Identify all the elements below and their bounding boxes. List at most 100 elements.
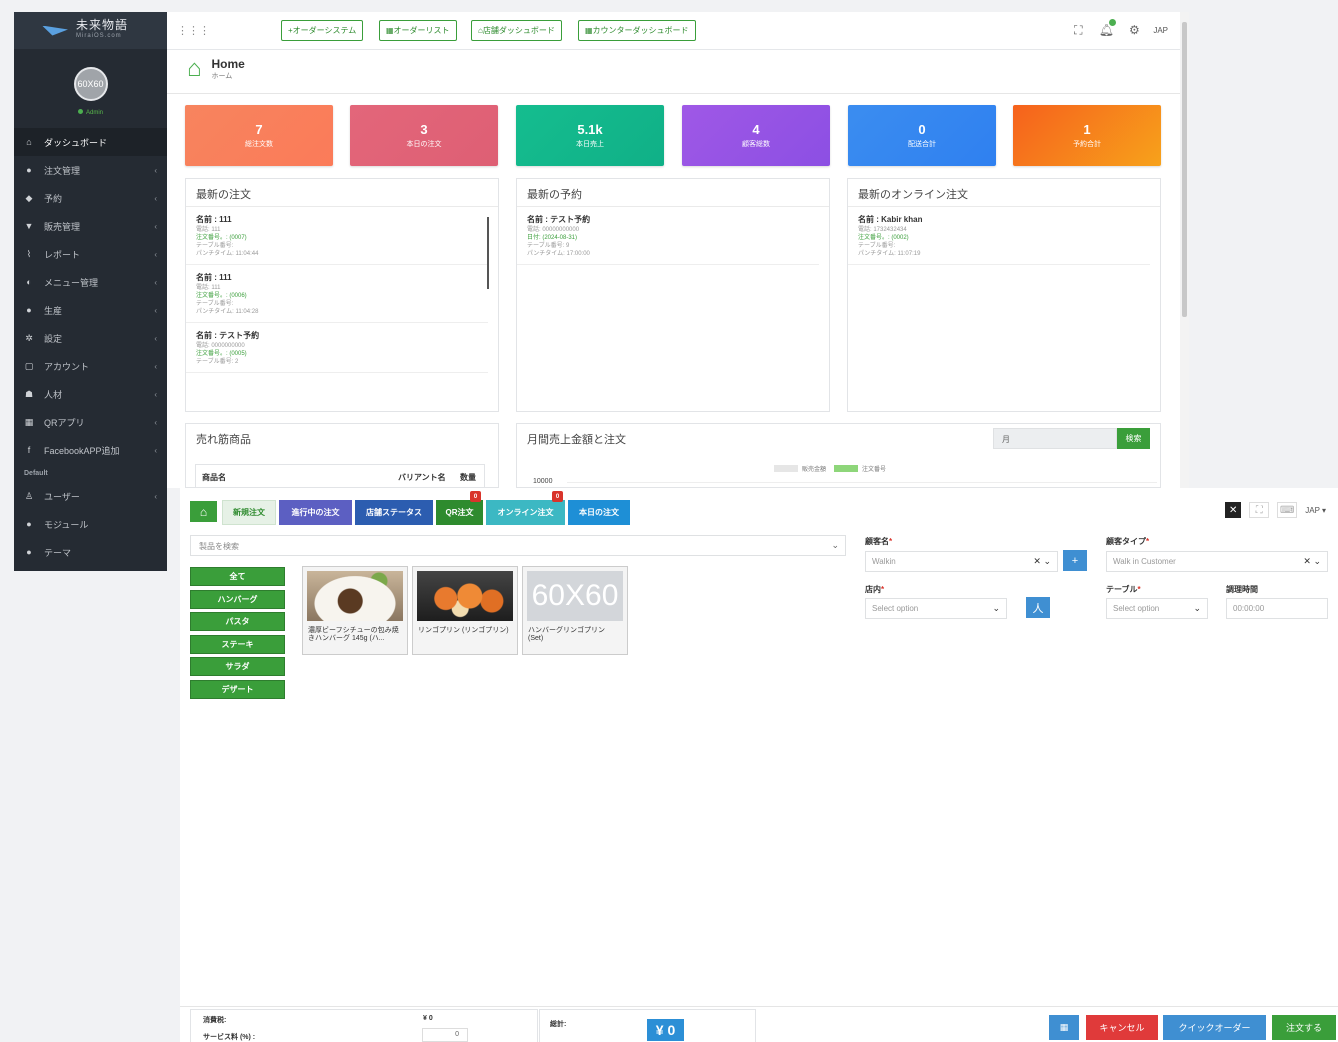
category-button[interactable]: ハンバーグ (190, 589, 285, 609)
month-input[interactable]: 月 (993, 428, 1117, 449)
brand-logo[interactable]: 未来物語 MiraiOS.com (14, 12, 167, 49)
avatar[interactable]: 60X60 (73, 67, 108, 101)
category-button[interactable]: サラダ (190, 657, 285, 677)
sidebar-menu: ⌂ ダッシュボード ● 注文管理 ‹ ◆ 予約 ‹ ▼ 販売管理 ‹ ⌇ レポート ‹ ◐ メニュー管理 ‹ ● 生… (14, 128, 167, 566)
sidebar-item-label: テーマ (44, 547, 72, 558)
product-card[interactable]: 濃厚ビーフシチューの包み焼きハンバーグ 145g (ハ... (302, 566, 408, 655)
monthly-sales-panel: 月間売上金額と注文 月 検索 販売金額 注文番号 10000 (516, 423, 1161, 488)
sidebar-item[interactable]: ● 生産 ‹ (14, 296, 167, 324)
cook-time-input[interactable]: 00:00:00 (1226, 598, 1328, 619)
order-system-button[interactable]: +オーダーシステム (281, 20, 364, 41)
recent-reservations-list[interactable]: 名前 : テスト予約 電話: 00000000000 日付: (2024-08-31… (517, 207, 829, 265)
pos-panel: ⌂ 新規注文 進行中の注文 店舗ステータス QR注文 0 オンライン注文 0 本日の注文 ✕ … (180, 488, 1338, 1042)
store-label: 店内* (865, 585, 885, 594)
pos-tab[interactable]: 進行中の注文 (279, 500, 352, 525)
keyboard-icon[interactable]: ⌨ (1277, 502, 1298, 518)
apps-grid-icon[interactable]: ⋮⋮⋮ (177, 24, 210, 37)
stat-card[interactable]: 0 配送合計 (848, 105, 996, 166)
brand-name: 未来物語 (76, 17, 129, 32)
sidebar-item[interactable]: ▦ QRアプリ ‹ (14, 408, 167, 436)
sidebar-item[interactable]: ⌂ ダッシュボード (14, 128, 167, 156)
recent-online-list[interactable]: 名前 : Kabir khan 電話: 1732432434 注文番号。: (000… (848, 207, 1160, 265)
bestsellers-panel: 売れ筋商品 商品名 バリアント名 数量 (185, 423, 499, 488)
stat-value: 0 (918, 122, 926, 137)
search-button[interactable]: 検索 (1117, 428, 1150, 449)
sidebar-item[interactable]: ✲ 設定 ‹ (14, 324, 167, 352)
store-dashboard-button[interactable]: ⌂店舗ダッシュボード (471, 20, 562, 41)
service-input[interactable]: 0 (422, 1028, 468, 1042)
sidebar-item[interactable]: ● 注文管理 ‹ (14, 156, 167, 184)
recent-reservations-panel: 最新の予約 名前 : テスト予約 電話: 00000000000 日付: (2024… (516, 178, 830, 412)
product-image: 60X60 (527, 571, 623, 621)
scrollbar-thumb[interactable] (1182, 22, 1187, 317)
quick-order-button[interactable]: クイックオーダー (1163, 1015, 1266, 1040)
pos-tab[interactable]: オンライン注文 0 (486, 491, 565, 525)
calculator-button[interactable]: ▦ (1049, 1015, 1079, 1040)
cancel-button[interactable]: キャンセル (1086, 1015, 1158, 1040)
sidebar-item[interactable]: ◆ 予約 ‹ (14, 184, 167, 212)
chevron-left-icon: ‹ (154, 277, 157, 287)
pos-home-button[interactable]: ⌂ (190, 501, 217, 522)
close-icon[interactable]: ✕ (1225, 502, 1242, 518)
list-item[interactable]: 名前 : 111 電話: 111 注文番号。: (0007) テーブル番号: パンチタイ… (186, 207, 488, 265)
language-selector[interactable]: JAP (1153, 26, 1168, 35)
clear-chevron-icon[interactable]: ✕ ⌄ (1303, 556, 1321, 567)
chevron-left-icon: ‹ (154, 249, 157, 259)
list-item[interactable]: 名前 : 111 電話: 111 注文番号。: (0006) テーブル番号: パンチタイ… (186, 265, 488, 323)
stat-card[interactable]: 1 予約合計 (1013, 105, 1161, 166)
sidebar-item-label: ユーザー (44, 491, 80, 502)
chevron-left-icon: ‹ (154, 445, 157, 455)
person-button[interactable]: 人 (1026, 597, 1050, 618)
add-customer-button[interactable]: + (1063, 550, 1087, 571)
sidebar-item[interactable]: ● テーマ (14, 538, 167, 566)
notification-dot (1108, 18, 1118, 27)
pos-tab[interactable]: QR注文 0 (436, 491, 483, 525)
sidebar-item[interactable]: ◐ メニュー管理 ‹ (14, 268, 167, 296)
product-card[interactable]: リンゴプリン (リンゴプリン) (412, 566, 518, 655)
sidebar-item[interactable]: ▢ アカウント ‹ (14, 352, 167, 380)
entry-name: 名前 : 111 (196, 215, 232, 224)
category-button[interactable]: パスタ (190, 612, 285, 632)
customer-type-select[interactable]: Walk in Customer ✕ ⌄ (1106, 551, 1328, 572)
bell-icon[interactable]: 🔔︎ (1097, 18, 1118, 39)
sidebar-item[interactable]: ⌇ レポート ‹ (14, 240, 167, 268)
pos-tab[interactable]: 店舗ステータス (355, 500, 433, 525)
table-select[interactable]: Select option ⌄ (1106, 598, 1208, 619)
counter-dashboard-button[interactable]: ▦カウンターダッシュボード (578, 20, 696, 41)
scrollbar[interactable] (487, 217, 489, 289)
page-scrollbar[interactable] (1180, 12, 1189, 488)
customer-name-select[interactable]: Walkin ✕ ⌄ (865, 551, 1058, 572)
product-card[interactable]: 60X60 ハンバーグリンゴプリン (Set) (522, 566, 628, 655)
recent-orders-list[interactable]: 名前 : 111 電話: 111 注文番号。: (0007) テーブル番号: パンチタイ… (186, 207, 498, 373)
product-search-input[interactable]: 製品を検索 ⌄ (190, 535, 846, 556)
language-selector[interactable]: JAP ▾ (1305, 506, 1326, 515)
category-button[interactable]: 全て (190, 567, 285, 586)
fullscreen-icon[interactable]: ⛶ (1069, 21, 1087, 39)
sidebar-item[interactable]: f FacebookAPP追加 ‹ (14, 436, 167, 464)
place-order-button[interactable]: 注文する (1272, 1015, 1336, 1040)
list-item[interactable]: 名前 : テスト予約 電話: 00000000000 日付: (2024-08-31… (517, 207, 819, 265)
pos-tab[interactable]: 新規注文 (222, 500, 276, 525)
divider (167, 93, 1180, 94)
menu-icon: ▢ (24, 360, 34, 371)
stat-card[interactable]: 4 顧客総数 (682, 105, 830, 166)
fullscreen-icon[interactable]: ⛶ (1249, 502, 1270, 518)
stat-card[interactable]: 3 本日の注文 (350, 105, 498, 166)
stat-card[interactable]: 5.1k 本日売上 (516, 105, 664, 166)
sidebar-item[interactable]: ♙ ユーザー ‹ (14, 482, 167, 510)
pos-tab[interactable]: 本日の注文 (568, 500, 630, 525)
category-button[interactable]: ステーキ (190, 634, 285, 654)
sidebar-item[interactable]: ● モジュール (14, 510, 167, 538)
gear-icon[interactable]: ⚙ (1125, 21, 1143, 39)
category-button[interactable]: デザート (190, 680, 285, 699)
list-item[interactable]: 名前 : Kabir khan 電話: 1732432434 注文番号。: (000… (848, 207, 1150, 265)
clear-chevron-icon[interactable]: ✕ ⌄ (1033, 556, 1051, 567)
product-name: ハンバーグリンゴプリン (Set) (528, 627, 605, 642)
store-select[interactable]: Select option ⌄ (865, 598, 1007, 619)
sidebar-item[interactable]: ☗ 人材 ‹ (14, 380, 167, 408)
stat-card[interactable]: 7 総注文数 (185, 105, 333, 166)
order-list-button[interactable]: ▦オーダーリスト (379, 20, 457, 41)
entry-line: テーブル番号: 2 (196, 359, 239, 365)
sidebar-item[interactable]: ▼ 販売管理 ‹ (14, 212, 167, 240)
list-item[interactable]: 名前 : テスト予約 電話: 0000000000 注文番号。: (0005) テーブ… (186, 323, 488, 373)
